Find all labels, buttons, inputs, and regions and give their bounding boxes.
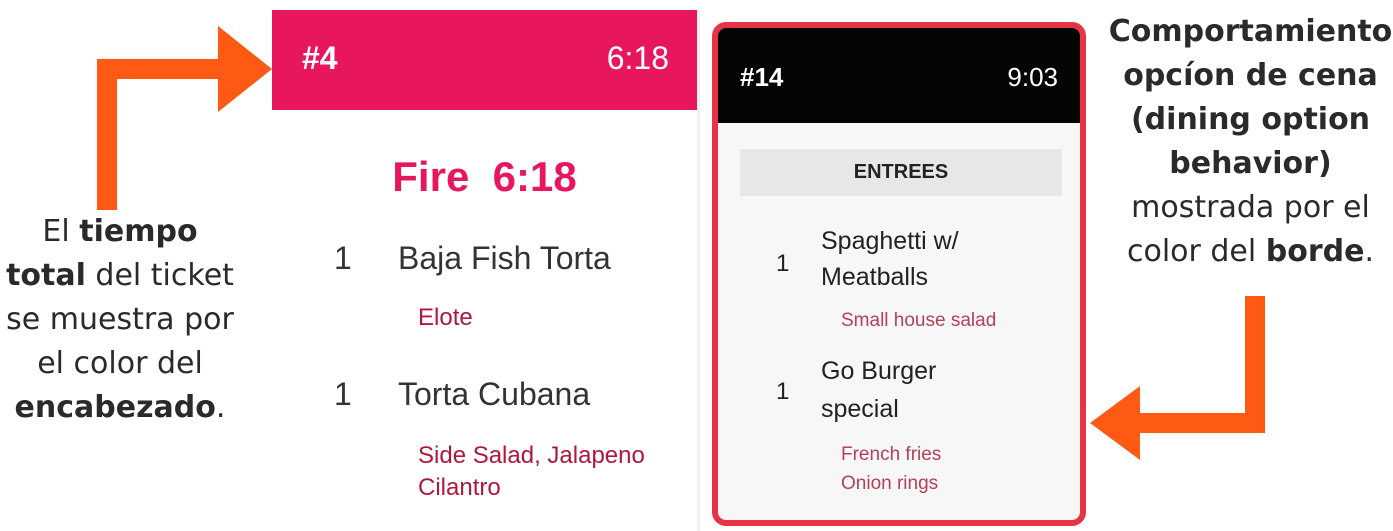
annotation-arrows: [97, 26, 1265, 460]
arrow-to-border-icon: [1090, 296, 1265, 460]
arrow-to-header-icon: [97, 26, 272, 210]
